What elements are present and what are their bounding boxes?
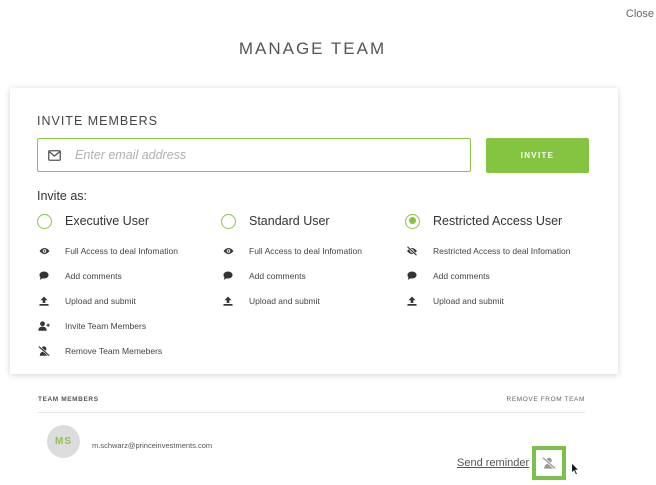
role-radio-executive-user[interactable]: Executive User xyxy=(37,212,178,230)
list-item: Restricted Access to deal Infomation xyxy=(405,238,571,263)
list-item: Add comments xyxy=(37,263,178,288)
envelope-icon xyxy=(48,149,61,161)
list-item: Add comments xyxy=(221,263,362,288)
comment-icon xyxy=(405,271,419,280)
comment-icon xyxy=(221,271,235,280)
comment-icon xyxy=(37,271,51,280)
permission-list: Full Access to deal Infomation Add comme… xyxy=(37,238,178,363)
permission-list: Full Access to deal Infomation Add comme… xyxy=(221,238,362,313)
permission-list: Restricted Access to deal Infomation Add… xyxy=(405,238,571,313)
page-title: MANAGE TEAM xyxy=(238,39,387,58)
invite-as-label: Invite as: xyxy=(37,189,88,203)
role-radio-standard-user[interactable]: Standard User xyxy=(221,212,362,230)
add-user-icon xyxy=(37,320,51,331)
list-item: Add comments xyxy=(405,263,571,288)
avatar: MS xyxy=(47,425,80,458)
role-label: Executive User xyxy=(65,214,150,228)
email-input[interactable] xyxy=(73,147,437,163)
team-members-heading: TEAM MEMBERS xyxy=(38,396,99,403)
list-item: Upload and submit xyxy=(405,288,571,313)
role-radio-restricted-access-user[interactable]: Restricted Access User xyxy=(405,212,571,230)
list-item: Upload and submit xyxy=(37,288,178,313)
remove-member-button[interactable] xyxy=(532,446,566,480)
remove-user-icon xyxy=(37,345,51,356)
role-column-restricted: Restricted Access User Restricted Access… xyxy=(405,212,571,313)
role-label: Standard User xyxy=(249,214,330,228)
role-label: Restricted Access User xyxy=(433,214,563,228)
mouse-pointer-icon xyxy=(571,462,580,476)
email-field[interactable] xyxy=(37,138,471,172)
team-members-header: TEAM MEMBERS REMOVE FROM TEAM xyxy=(38,396,585,413)
invite-button[interactable]: INVITE xyxy=(486,138,589,173)
radio-unchecked-icon[interactable] xyxy=(221,213,236,229)
eye-icon xyxy=(37,247,51,255)
upload-icon xyxy=(37,296,51,306)
remove-user-icon xyxy=(542,457,556,469)
role-column-executive: Executive User Full Access to deal Infom… xyxy=(37,212,178,363)
list-item: Remove Team Memebers xyxy=(37,338,178,363)
radio-checked-icon[interactable] xyxy=(405,213,420,229)
radio-unchecked-icon[interactable] xyxy=(37,213,52,229)
list-item: Full Access to deal Infomation xyxy=(37,238,178,263)
eye-icon xyxy=(221,247,235,255)
upload-icon xyxy=(405,296,419,306)
invite-members-card: INVITE MEMBERS INVITE Invite as: Executi… xyxy=(10,88,618,374)
list-item: Full Access to deal Infomation xyxy=(221,238,362,263)
list-item: Upload and submit xyxy=(221,288,362,313)
eye-slash-icon xyxy=(405,245,419,256)
close-link[interactable]: Close xyxy=(626,8,654,20)
role-column-standard: Standard User Full Access to deal Infoma… xyxy=(221,212,362,313)
remove-from-team-heading: REMOVE FROM TEAM xyxy=(506,396,585,403)
send-reminder-link[interactable]: Send reminder xyxy=(457,457,529,469)
invite-members-heading: INVITE MEMBERS xyxy=(37,114,158,128)
list-item: Invite Team Members xyxy=(37,313,178,338)
upload-icon xyxy=(221,296,235,306)
member-email: m.schwarz@princeinvestments.com xyxy=(92,441,213,450)
